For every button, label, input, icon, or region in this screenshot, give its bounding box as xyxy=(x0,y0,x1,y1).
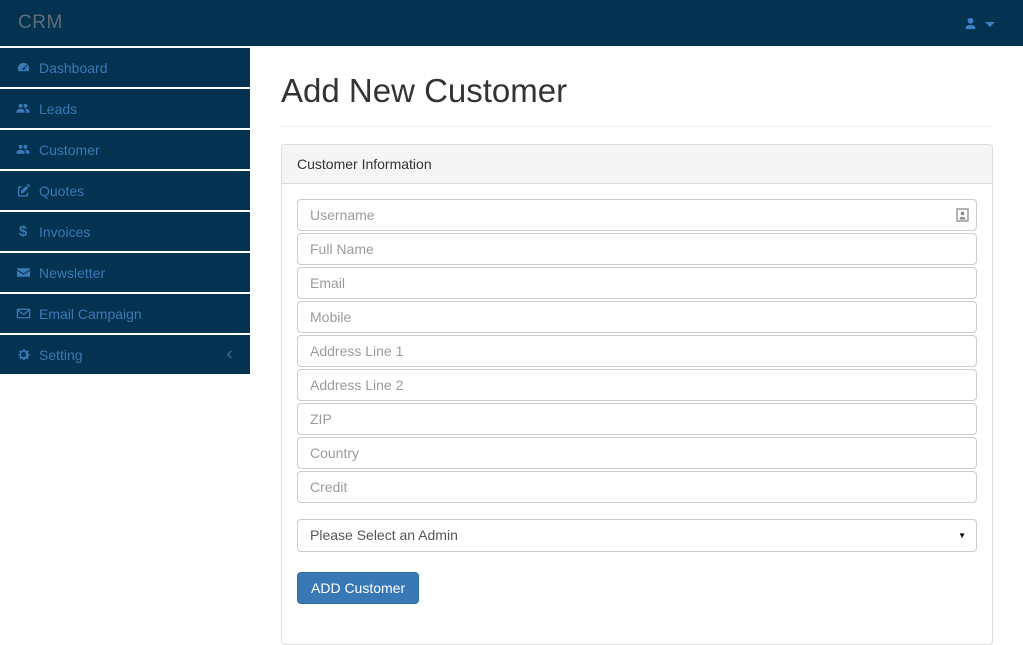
country-input[interactable] xyxy=(297,437,977,469)
mobile-input[interactable] xyxy=(297,301,977,333)
users-icon xyxy=(15,101,31,116)
main-content: Add New Customer Customer Information Pl… xyxy=(250,48,1023,645)
sidebar-item-label: Dashboard xyxy=(39,60,108,76)
sidebar-item-quotes[interactable]: Quotes xyxy=(0,171,250,210)
user-menu[interactable] xyxy=(963,16,995,31)
username-input[interactable] xyxy=(297,199,977,231)
sidebar-item-label: Newsletter xyxy=(39,265,105,281)
sidebar-item-leads[interactable]: Leads xyxy=(0,89,250,128)
gear-icon xyxy=(15,347,31,362)
sidebar-item-label: Leads xyxy=(39,101,77,117)
sidebar-item-label: Customer xyxy=(39,142,100,158)
credit-input[interactable] xyxy=(297,471,977,503)
brand-logo[interactable]: CRM xyxy=(18,12,63,34)
users-icon xyxy=(15,142,31,157)
username-field-wrap xyxy=(297,199,977,231)
top-navbar: CRM xyxy=(0,0,1023,46)
sidebar-item-setting[interactable]: Setting xyxy=(0,335,250,374)
admin-select[interactable]: Please Select an Admin xyxy=(297,519,977,552)
add-customer-button[interactable]: ADD Customer xyxy=(297,572,419,604)
tachometer-icon xyxy=(15,60,31,75)
sidebar-item-dashboard[interactable]: Dashboard xyxy=(0,48,250,87)
dollar-icon: $ xyxy=(15,224,31,239)
page-title: Add New Customer xyxy=(281,72,993,127)
user-icon xyxy=(963,16,978,31)
sidebar-item-invoices[interactable]: $ Invoices xyxy=(0,212,250,251)
envelope-outline-icon xyxy=(15,306,31,321)
address-line-2-input[interactable] xyxy=(297,369,977,401)
sidebar-nav: Dashboard Leads Customer Quotes $ Invoic… xyxy=(0,48,250,376)
pencil-square-icon xyxy=(15,183,31,198)
sidebar-item-newsletter[interactable]: Newsletter xyxy=(0,253,250,292)
envelope-filled-icon xyxy=(15,265,31,280)
caret-down-icon xyxy=(985,22,995,27)
sidebar-item-label: Email Campaign xyxy=(39,306,142,322)
email-input[interactable] xyxy=(297,267,977,299)
sidebar-item-label: Invoices xyxy=(39,224,90,240)
sidebar-item-label: Setting xyxy=(39,347,83,363)
panel-body: Please Select an Admin ▼ ADD Customer xyxy=(282,184,992,644)
chevron-left-icon xyxy=(224,348,235,361)
admin-select-wrap: Please Select an Admin ▼ xyxy=(297,519,977,552)
zip-input[interactable] xyxy=(297,403,977,435)
sidebar-item-email-campaign[interactable]: Email Campaign xyxy=(0,294,250,333)
sidebar-item-customer[interactable]: Customer xyxy=(0,130,250,169)
full-name-input[interactable] xyxy=(297,233,977,265)
panel-header: Customer Information xyxy=(282,145,992,184)
sidebar-item-label: Quotes xyxy=(39,183,84,199)
customer-information-panel: Customer Information Please Select an Ad… xyxy=(281,144,993,645)
address-line-1-input[interactable] xyxy=(297,335,977,367)
